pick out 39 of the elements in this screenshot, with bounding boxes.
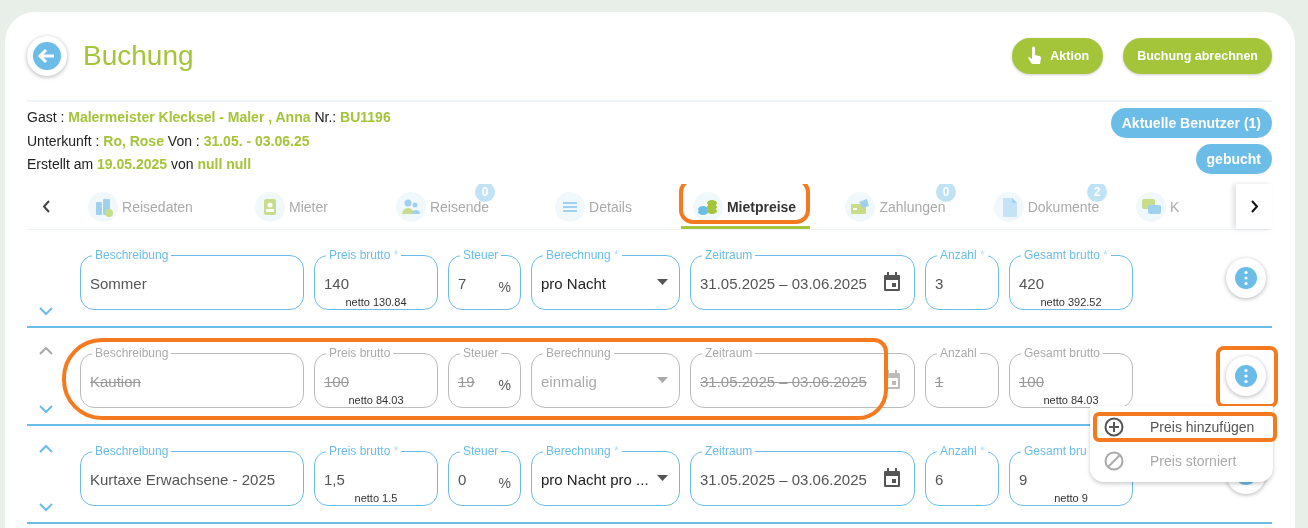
- netto-amount: netto 9: [1053, 491, 1089, 505]
- field-value: 31.05.2025 – 03.06.2025: [700, 470, 867, 489]
- field-value: 31.05.2025 – 03.06.2025: [700, 372, 867, 391]
- field-value: 9: [1019, 470, 1028, 489]
- field-value: 3: [935, 274, 944, 293]
- count-badge: 2: [1087, 184, 1107, 202]
- field-value: Kurtaxe Erwachsene - 2025: [90, 470, 276, 489]
- netto-amount: netto 130.84: [344, 295, 408, 309]
- percent-unit: %: [498, 278, 511, 295]
- field-value: 100: [1019, 372, 1045, 391]
- info-line: Gast : Malermeister Klecksel - Maler , Anna Nr.: BU1196: [27, 108, 391, 127]
- netto-amount: netto 84.03: [347, 393, 405, 407]
- percent-unit: %: [498, 474, 511, 491]
- field-value: pro Nacht pro ...: [541, 470, 649, 489]
- field-value: Sommer: [90, 274, 147, 293]
- count-badge: 0: [936, 184, 956, 202]
- field-value: Kaution: [90, 372, 141, 391]
- field-value: 31.05.2025 – 03.06.2025: [700, 274, 867, 293]
- field-value: 0: [458, 470, 467, 489]
- tab[interactable]: Mietpreise: [669, 184, 820, 229]
- count-badge: 0: [475, 184, 495, 202]
- netto-amount: netto 392.52: [1039, 295, 1103, 309]
- info-line: Erstellt am 19.05.2025 von null null: [27, 155, 253, 174]
- field-value: 100: [324, 372, 350, 391]
- field-value: 7: [458, 274, 467, 293]
- field-value: einmalig: [541, 372, 597, 391]
- info-line: Unterkunft : Ro, Rose Von : 31.05. - 03.06.25: [27, 131, 311, 151]
- field-value: 1: [935, 372, 944, 391]
- page-title: Buchung: [83, 40, 194, 72]
- netto-amount: netto 84.03: [1042, 393, 1100, 407]
- field-value: 420: [1019, 274, 1045, 293]
- field-value: 19: [458, 372, 475, 391]
- field-value: 140: [324, 274, 350, 293]
- netto-amount: netto 1.5: [353, 491, 399, 505]
- menu-item[interactable]: Preis hinzufügen: [1090, 410, 1273, 444]
- field-value: 1,5: [324, 470, 345, 489]
- percent-unit: %: [498, 376, 511, 393]
- field-value: pro Nacht: [541, 274, 607, 293]
- field-value: 6: [935, 470, 944, 489]
